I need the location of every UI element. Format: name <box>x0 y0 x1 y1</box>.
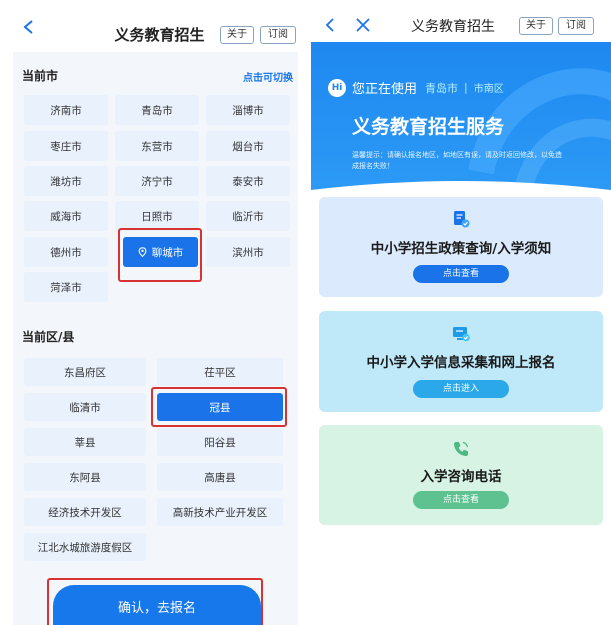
tag-separator: | <box>464 81 468 94</box>
district-option[interactable]: 高新技术产业开发区 <box>157 498 283 526</box>
city-option[interactable]: 日照市 <box>115 201 199 231</box>
district-option[interactable]: 江北水城旅游度假区 <box>24 533 146 561</box>
city-section-title: 当前市 <box>22 69 59 83</box>
city-option[interactable]: 滨州市 <box>206 237 290 267</box>
phone-icon <box>454 441 469 456</box>
hero-banner: Hi 您正在使用 青岛市 | 市南区 义务教育招生服务 温馨提示：请确认报名地区… <box>311 42 611 202</box>
district-option[interactable]: 高唐县 <box>157 463 283 491</box>
hero-tip: 温馨提示：请确认报名地区，如地区有误，请及时返回修改，以免造成报名失败！ <box>352 151 562 170</box>
subscribe-button[interactable]: 订阅 <box>558 17 594 35</box>
switch-link[interactable]: 点击可切换 <box>243 69 293 84</box>
city-option[interactable]: 青岛市 <box>115 95 199 125</box>
back-arrow-icon[interactable] <box>324 18 336 32</box>
city-option[interactable]: 济宁市 <box>115 166 199 196</box>
district-option[interactable]: 阳谷县 <box>157 428 283 456</box>
district-option[interactable]: 东阿县 <box>24 463 146 491</box>
hero-title: 义务教育招生服务 <box>352 116 505 138</box>
current-district-tag: 市南区 <box>473 84 504 95</box>
city-option[interactable]: 潍坊市 <box>24 166 108 196</box>
policy-query-card[interactable]: 中小学招生政策查询/入学须知 点击查看 <box>319 197 603 297</box>
district-option[interactable]: 茌平区 <box>157 358 283 386</box>
district-section-title: 当前区/县 <box>22 330 75 344</box>
about-button[interactable]: 关于 <box>220 26 254 44</box>
district-option[interactable]: 东昌府区 <box>24 358 146 386</box>
city-option[interactable]: 枣庄市 <box>24 131 108 161</box>
page-title: 义务教育招生 <box>411 19 495 35</box>
city-option[interactable]: 菏泽市 <box>24 272 108 302</box>
consultation-phone-title: 入学咨询电话 <box>420 469 502 485</box>
district-option[interactable]: 经济技术开发区 <box>24 498 146 526</box>
city-option[interactable]: 淄博市 <box>206 95 290 125</box>
confirm-highlight-box <box>47 578 263 625</box>
registration-enter-button[interactable]: 点击进入 <box>413 380 509 398</box>
city-option[interactable]: 东营市 <box>115 131 199 161</box>
using-text: 您正在使用 <box>352 82 418 97</box>
city-option[interactable]: 德州市 <box>24 237 108 267</box>
city-option[interactable]: 济南市 <box>24 95 108 125</box>
monitor-check-icon <box>453 327 470 342</box>
city-option[interactable]: 临沂市 <box>206 201 290 231</box>
district-highlight-box <box>151 387 287 427</box>
city-option[interactable]: 泰安市 <box>206 166 290 196</box>
consultation-phone-card[interactable]: 入学咨询电话 点击查看 <box>319 425 603 525</box>
city-highlight-box <box>118 228 202 282</box>
city-option[interactable]: 烟台市 <box>206 131 290 161</box>
policy-view-button[interactable]: 点击查看 <box>413 265 509 283</box>
right-header: 义务教育招生 关于 订阅 <box>311 0 611 42</box>
online-registration-card[interactable]: 中小学入学信息采集和网上报名 点击进入 <box>319 311 603 412</box>
policy-query-title: 中小学招生政策查询/入学须知 <box>370 241 552 257</box>
subscribe-button[interactable]: 订阅 <box>260 26 296 44</box>
hi-badge: Hi <box>328 78 346 97</box>
phone-view-button[interactable]: 点击查看 <box>413 491 509 509</box>
current-city-tag: 青岛市 <box>425 81 459 95</box>
district-option[interactable]: 莘县 <box>24 428 146 456</box>
enrollment-service-screen: 义务教育招生 关于 订阅 Hi 您正在使用 青岛市 | 市南区 义务教育招生服务… <box>311 0 611 625</box>
online-registration-title: 中小学入学信息采集和网上报名 <box>366 355 556 371</box>
current-location-row: Hi 您正在使用 青岛市 | 市南区 <box>328 78 504 97</box>
left-header: 义务教育招生 关于 订阅 <box>0 0 305 52</box>
district-option[interactable]: 临清市 <box>24 393 146 421</box>
close-icon[interactable] <box>356 18 370 32</box>
city-selection-screen: 义务教育招生 关于 订阅 当前市 点击可切换 济南市 青岛市 淄博市 枣庄市 东… <box>0 0 305 625</box>
about-button[interactable]: 关于 <box>519 17 553 35</box>
document-check-icon <box>454 211 470 228</box>
city-option[interactable]: 威海市 <box>24 201 108 231</box>
